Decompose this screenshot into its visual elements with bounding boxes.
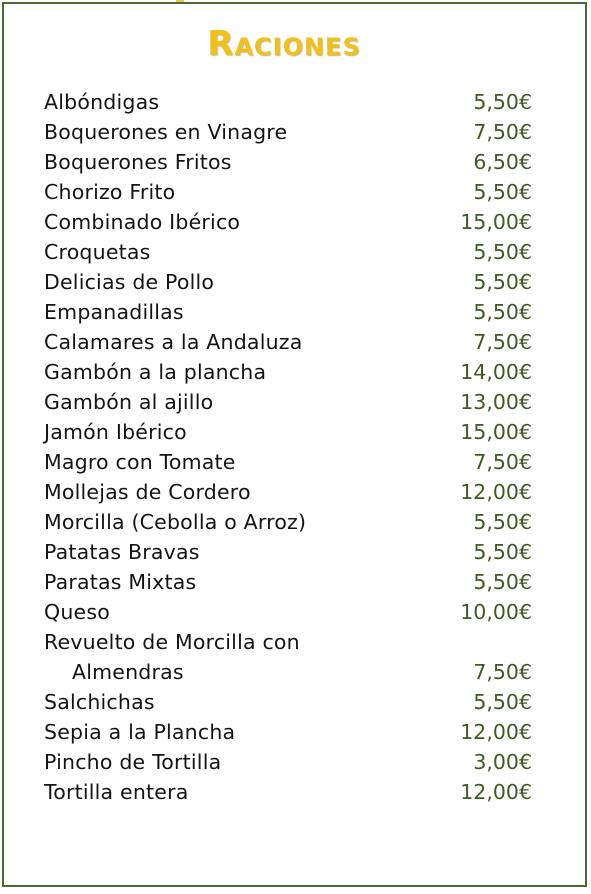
item-name: Tortilla entera (44, 780, 189, 804)
menu-item: Queso 10,00€ (44, 597, 532, 627)
item-name: Salchichas (44, 690, 155, 714)
item-price: 7,50€ (473, 330, 532, 354)
page-title: Raciones (207, 24, 361, 64)
item-price: 7,50€ (473, 120, 532, 144)
item-name: Croquetas (44, 240, 151, 264)
menu-item: Jamón Ibérico 15,00€ (44, 417, 532, 447)
menu-item: Morcilla (Cebolla o Arroz) 5,50€ (44, 507, 532, 537)
item-price: 6,50€ (473, 150, 532, 174)
menu-item: Albóndigas 5,50€ (44, 87, 532, 117)
menu-item: Tortilla entera 12,00€ (44, 777, 532, 807)
menu-item: Paratas Mixtas 5,50€ (44, 567, 532, 597)
item-name: Jamón Ibérico (44, 420, 187, 444)
item-price: 5,50€ (473, 510, 532, 534)
item-price: 7,50€ (473, 450, 532, 474)
item-name: Gambón a la plancha (44, 360, 267, 384)
menu-item: Calamares a la Andaluza 7,50€ (44, 327, 532, 357)
item-price: 15,00€ (460, 420, 532, 444)
menu-item: Delicias de Pollo 5,50€ (44, 267, 532, 297)
menu-item: Salchichas 5,50€ (44, 687, 532, 717)
item-price: 7,50€ (473, 660, 532, 684)
item-name: Combinado Ibérico (44, 210, 241, 234)
menu-item-continuation: Almendras 7,50€ (44, 657, 532, 687)
item-price: 5,50€ (473, 90, 532, 114)
item-name: Boquerones Fritos (44, 150, 232, 174)
item-name: Sepia a la Plancha (44, 720, 236, 744)
item-name: Mollejas de Cordero (44, 480, 251, 504)
menu-item: Magro con Tomate 7,50€ (44, 447, 532, 477)
item-price: 5,50€ (473, 300, 532, 324)
item-name: Paratas Mixtas (44, 570, 197, 594)
item-price: 5,50€ (473, 240, 532, 264)
item-name: Magro con Tomate (44, 450, 236, 474)
item-name: Patatas Bravas (44, 540, 200, 564)
menu-item: Empanadillas 5,50€ (44, 297, 532, 327)
menu-item: Chorizo Frito 5,50€ (44, 177, 532, 207)
item-price: 15,00€ (460, 210, 532, 234)
menu-item: Patatas Bravas 5,50€ (44, 537, 532, 567)
item-name: Empanadillas (44, 300, 184, 324)
menu-item: Boquerones en Vinagre 7,50€ (44, 117, 532, 147)
item-price: 13,00€ (460, 390, 532, 414)
menu-item: Croquetas 5,50€ (44, 237, 532, 267)
item-name: Boquerones en Vinagre (44, 120, 288, 144)
item-price: 5,50€ (473, 180, 532, 204)
item-name: Delicias de Pollo (44, 270, 215, 294)
item-price: 3,00€ (473, 750, 532, 774)
menu-item: Pincho de Tortilla 3,00€ (44, 747, 532, 777)
item-price: 10,00€ (460, 600, 532, 624)
item-name: Albóndigas (44, 90, 160, 114)
item-price: 12,00€ (460, 720, 532, 744)
menu-item: Revuelto de Morcilla con (44, 627, 532, 657)
item-name: Pincho de Tortilla (44, 750, 222, 774)
item-name: Queso (44, 600, 110, 624)
item-name: Gambón al ajillo (44, 390, 214, 414)
item-price: 5,50€ (473, 690, 532, 714)
menu-item: Combinado Ibérico 15,00€ (44, 207, 532, 237)
item-price: 12,00€ (460, 480, 532, 504)
item-name: Revuelto de Morcilla con (44, 630, 300, 654)
menu-item: Sepia a la Plancha 12,00€ (44, 717, 532, 747)
item-name: Morcilla (Cebolla o Arroz) (44, 510, 307, 534)
item-name-continuation: Almendras (72, 660, 184, 684)
item-price: 12,00€ (460, 780, 532, 804)
menu-item: Mollejas de Cordero 12,00€ (44, 477, 532, 507)
item-name: Chorizo Frito (44, 180, 176, 204)
menu-list: Albóndigas 5,50€ Boquerones en Vinagre 7… (44, 87, 532, 807)
item-price: 14,00€ (460, 360, 532, 384)
menu-item: Gambón a la plancha 14,00€ (44, 357, 532, 387)
item-name: Calamares a la Andaluza (44, 330, 303, 354)
item-price: 5,50€ (473, 270, 532, 294)
item-price: 5,50€ (473, 570, 532, 594)
item-price: 5,50€ (473, 540, 532, 564)
top-decoration (176, 0, 184, 2)
menu-item: Gambón al ajillo 13,00€ (44, 387, 532, 417)
menu-item: Boquerones Fritos 6,50€ (44, 147, 532, 177)
